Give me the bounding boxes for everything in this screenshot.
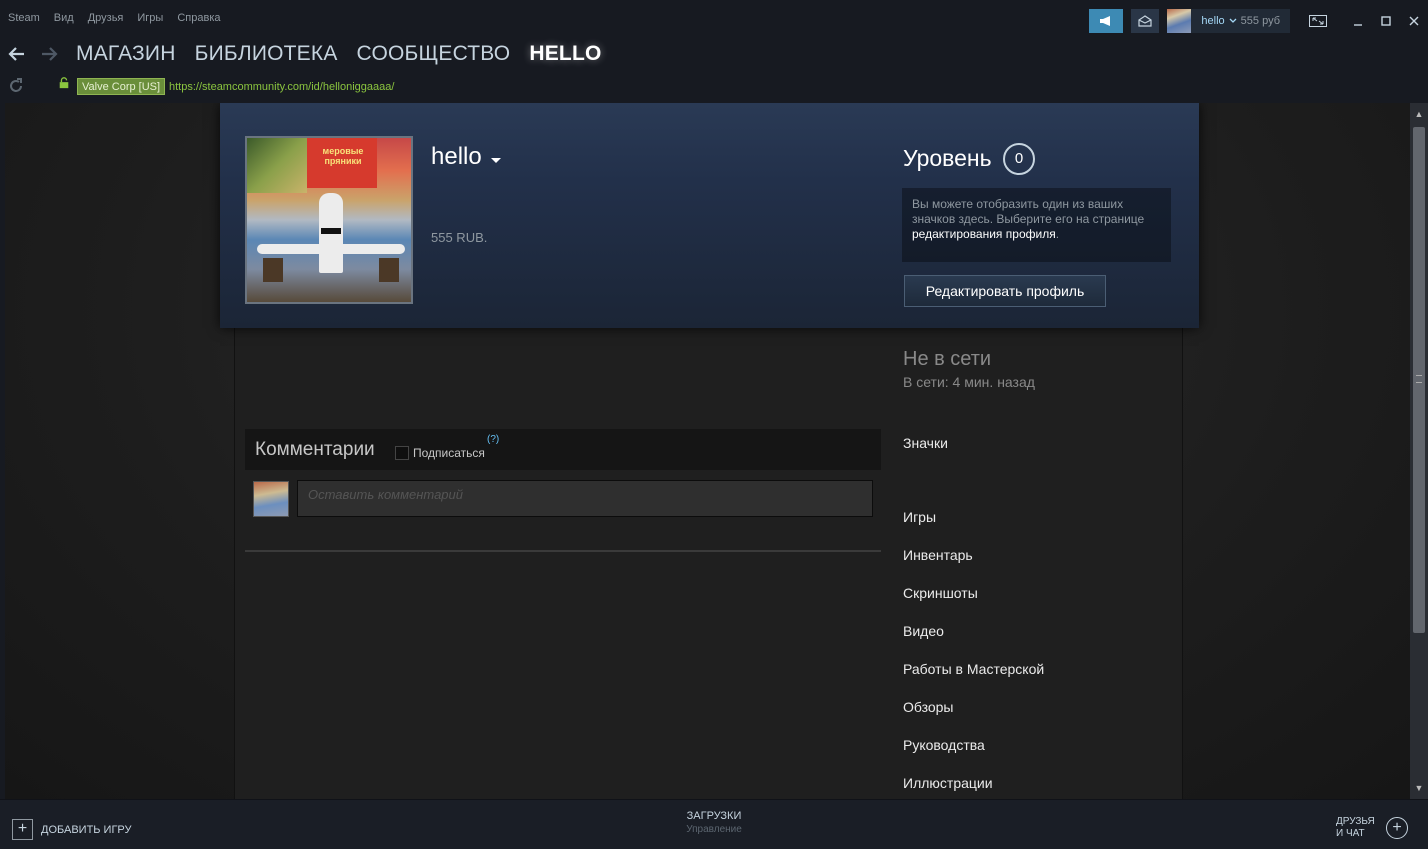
- bottom-bar: + ДОБАВИТЬ ИГРУ ЗАГРУЗКИ Управление ДРУЗ…: [0, 799, 1428, 849]
- main-nav: МАГАЗИН БИБЛИОТЕКА СООБЩЕСТВО HELLO: [76, 42, 602, 66]
- scroll-down-arrow-icon[interactable]: ▼: [1410, 777, 1428, 799]
- side-link-screenshots[interactable]: Скриншоты: [903, 585, 978, 601]
- friends-chat-button[interactable]: ДРУЗЬЯ И ЧАТ +: [1336, 816, 1408, 840]
- account-avatar: [1167, 9, 1192, 33]
- avatar-poster-text: меровые пряники: [322, 146, 364, 166]
- nav-community[interactable]: СООБЩЕСТВО: [357, 42, 511, 66]
- menu-friends[interactable]: Друзья: [88, 12, 124, 24]
- side-link-guides[interactable]: Руководства: [903, 737, 985, 753]
- maximize-button[interactable]: [1372, 9, 1400, 33]
- comments-divider: [245, 550, 881, 552]
- top-right-controls: hello 555 руб: [1089, 8, 1428, 34]
- scroll-up-arrow-icon[interactable]: ▲: [1410, 103, 1428, 125]
- menu-help[interactable]: Справка: [177, 12, 220, 24]
- side-link-videos[interactable]: Видео: [903, 623, 944, 639]
- forward-arrow-icon[interactable]: [40, 46, 58, 62]
- side-link-badges[interactable]: Значки: [903, 435, 948, 451]
- big-picture-button[interactable]: [1304, 9, 1332, 33]
- real-name: 555 RUB.: [431, 230, 488, 245]
- avatar-bench-right: [379, 258, 399, 282]
- nav-store[interactable]: МАГАЗИН: [76, 42, 176, 66]
- side-link-workshop[interactable]: Работы в Мастерской: [903, 661, 1044, 677]
- downloads-sub-label: Управление: [686, 824, 742, 835]
- profile-page: меровые пряники hello 555 RUB. Уровень 0…: [5, 103, 1410, 799]
- last-online: В сети: 4 мин. назад: [903, 374, 1035, 390]
- badge-hint-text: Вы можете отобразить один из ваших значк…: [912, 197, 1145, 226]
- scroll-grip-icon: [1416, 375, 1422, 383]
- url-bar: Valve Corp [US] https://steamcommunity.c…: [0, 72, 1428, 102]
- chat-label: И ЧАТ: [1336, 828, 1365, 839]
- comments-title: Комментарии: [255, 439, 375, 460]
- comment-input[interactable]: Оставить комментарий: [297, 480, 873, 517]
- steam-client-window: Steam Вид Друзья Игры Справка hello 555 …: [0, 0, 1428, 849]
- big-picture-icon: [1309, 15, 1327, 27]
- menu-steam[interactable]: Steam: [8, 12, 40, 24]
- account-menu[interactable]: hello 555 руб: [1167, 9, 1290, 33]
- side-link-inventory[interactable]: Инвентарь: [903, 547, 973, 563]
- avatar-bench-left: [263, 258, 283, 282]
- side-link-games[interactable]: Игры: [903, 509, 936, 525]
- side-link-artwork[interactable]: Иллюстрации: [903, 775, 993, 791]
- level-label: Уровень: [903, 145, 992, 171]
- maximize-icon: [1381, 16, 1391, 26]
- page-scrollbar[interactable]: ▲ ▼: [1410, 103, 1428, 799]
- notifications-button[interactable]: [1131, 9, 1160, 33]
- account-balance: 555 руб: [1240, 15, 1280, 27]
- avatar-poster-left: [247, 138, 307, 193]
- side-link-reviews[interactable]: Обзоры: [903, 699, 954, 715]
- online-status: Не в сети: [903, 348, 992, 370]
- menu-items: Steam Вид Друзья Игры Справка: [8, 12, 221, 24]
- comment-avatar: [253, 481, 289, 517]
- profile-header: меровые пряники hello 555 RUB. Уровень 0…: [220, 103, 1199, 328]
- edit-profile-link[interactable]: редактирования профиля: [912, 227, 1056, 241]
- subscribe-checkbox[interactable]: [395, 446, 409, 460]
- friends-chat-label: ДРУЗЬЯ И ЧАТ: [1336, 816, 1386, 840]
- minimize-button[interactable]: [1344, 9, 1372, 33]
- add-friend-icon: +: [1386, 817, 1408, 839]
- nav-row: МАГАЗИН БИБЛИОТЕКА СООБЩЕСТВО HELLO: [0, 38, 1428, 70]
- level-badge[interactable]: 0: [1003, 143, 1035, 175]
- nav-library[interactable]: БИБЛИОТЕКА: [195, 42, 338, 66]
- menu-view[interactable]: Вид: [54, 12, 74, 24]
- megaphone-icon: [1100, 16, 1111, 26]
- avatar-legs: [257, 244, 405, 254]
- lock-icon: [59, 77, 69, 89]
- certificate-badge[interactable]: Valve Corp [US]: [77, 78, 166, 95]
- friends-label: ДРУЗЬЯ: [1336, 816, 1375, 827]
- profile-avatar[interactable]: меровые пряники: [245, 136, 413, 304]
- comments-header: Комментарии Подписаться (?): [245, 429, 881, 470]
- minimize-icon: [1354, 24, 1362, 26]
- subscribe-label[interactable]: Подписаться: [413, 446, 485, 460]
- favorite-badge-box: Вы можете отобразить один из ваших значк…: [902, 188, 1171, 262]
- window-controls: [1304, 9, 1428, 33]
- subscribe-help-link[interactable]: (?): [487, 434, 499, 445]
- badge-hint-end: .: [1055, 227, 1060, 241]
- reload-icon[interactable]: [8, 78, 24, 94]
- broadcast-button[interactable]: [1089, 9, 1124, 33]
- avatar-belt: [321, 228, 341, 234]
- account-name: hello: [1201, 15, 1225, 27]
- url-address[interactable]: https://steamcommunity.com/id/hellonigga…: [169, 81, 394, 93]
- downloads-button[interactable]: ЗАГРУЗКИ Управление: [0, 810, 1428, 835]
- envelope-icon: [1138, 15, 1153, 27]
- edit-profile-button[interactable]: Редактировать профиль: [904, 275, 1106, 307]
- close-icon: [1409, 16, 1419, 26]
- downloads-label: ЗАГРУЗКИ: [686, 810, 742, 822]
- caret-down-icon[interactable]: [491, 158, 501, 163]
- nav-profile[interactable]: HELLO: [529, 42, 601, 66]
- persona-name[interactable]: hello: [431, 143, 482, 171]
- chevron-down-icon: [1229, 18, 1237, 23]
- menu-games[interactable]: Игры: [137, 12, 163, 24]
- close-button[interactable]: [1400, 9, 1428, 33]
- menu-bar: Steam Вид Друзья Игры Справка hello 555 …: [0, 0, 1428, 38]
- back-arrow-icon[interactable]: [8, 46, 26, 62]
